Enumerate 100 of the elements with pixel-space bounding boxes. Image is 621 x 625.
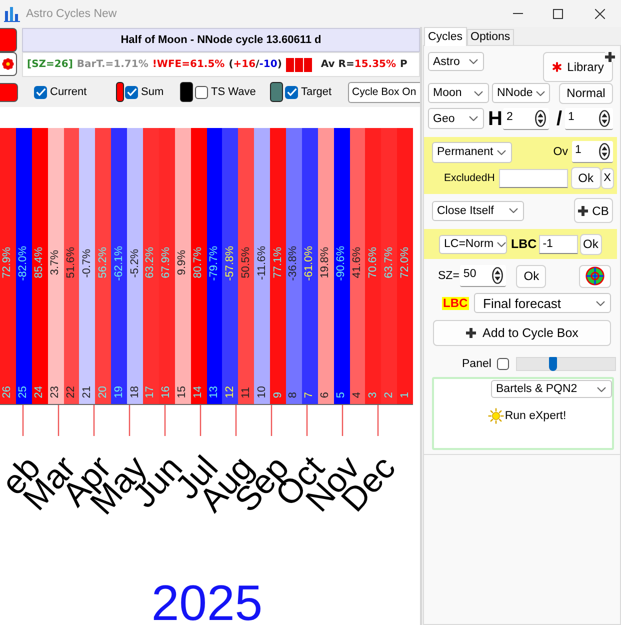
percent-label: -79.7%	[209, 246, 220, 280]
color-button[interactable]	[0, 82, 18, 102]
percent-label: 56.2%	[98, 247, 109, 279]
clear-button[interactable]: X	[600, 168, 614, 188]
target-button[interactable]	[579, 264, 611, 288]
plus-icon[interactable]	[605, 52, 615, 62]
color-button[interactable]	[0, 28, 17, 52]
excluded-label: ExcludedH	[444, 172, 495, 184]
percent-label: -5.2%	[130, 248, 141, 278]
divisor-spin-field[interactable]: 1	[565, 108, 613, 130]
ok-button[interactable]: Ok	[580, 234, 602, 254]
spin-arrows-icon	[535, 110, 546, 126]
lc-mode-dropdown[interactable]: LC=Norm	[439, 234, 507, 254]
mode-button[interactable]: Normal	[559, 82, 613, 104]
checkbox[interactable]	[195, 86, 208, 98]
excluded-input-field[interactable]	[498, 168, 568, 188]
chevron-down-icon	[497, 150, 506, 154]
node-dropdown[interactable]: NNode	[492, 83, 550, 103]
source-dropdown[interactable]: Astro	[428, 52, 484, 71]
percent-label: 3.7%	[50, 250, 62, 276]
checkbox[interactable]	[34, 86, 47, 98]
checkbox[interactable]	[497, 358, 510, 370]
percent-label: -62.1%	[114, 246, 125, 280]
bar-number: 12	[224, 386, 236, 398]
ok-button[interactable]: Ok	[570, 167, 601, 189]
harmonic-spin-field[interactable]: 2	[503, 108, 550, 130]
spin-arrows-icon	[599, 110, 610, 126]
axis-tick	[58, 405, 60, 436]
flower-button[interactable]	[0, 52, 17, 76]
percent-label: 50.5%	[240, 247, 252, 279]
tab[interactable]: Cycles	[424, 27, 467, 46]
cycle-box-button[interactable]: Cycle Box On	[348, 82, 420, 102]
chevron-down-icon	[597, 386, 606, 392]
checkmark-icon	[36, 88, 46, 96]
percent-label: 67.9%	[161, 247, 172, 279]
percent-label: 9.9%	[177, 250, 188, 276]
axis-tick	[22, 405, 24, 436]
ratio-sign: /	[556, 108, 562, 128]
exclusion-mode-dropdown[interactable]: Permanent	[432, 142, 512, 162]
method-dropdown[interactable]: Bartels & PQN2	[491, 380, 612, 398]
bar-number: 15	[177, 386, 188, 398]
axis-tick	[342, 405, 344, 436]
forecast-label: LBC	[442, 296, 469, 310]
ok-button[interactable]: Ok	[516, 264, 546, 288]
frame-dropdown[interactable]: Geo	[428, 108, 484, 129]
stat-label: P	[400, 59, 408, 70]
checkmark-icon	[126, 88, 136, 96]
harmonic-label: H	[488, 108, 502, 128]
bar-number: 2	[384, 392, 395, 398]
planet-dropdown[interactable]: Moon	[428, 83, 489, 103]
checkbox[interactable]	[125, 86, 138, 98]
percent-label: -36.8%	[288, 246, 300, 280]
checkbox-label: Sum	[141, 86, 164, 98]
close-icon	[594, 8, 604, 18]
stat-label: [SZ=26]	[27, 59, 73, 70]
bar-number: 24	[34, 386, 46, 398]
checkbox-label: Current	[50, 86, 87, 98]
percent-label: 41.6%	[352, 247, 364, 279]
close-mode-dropdown[interactable]: Close Itself	[432, 200, 524, 220]
bar-number: 3	[368, 392, 379, 398]
plus-icon	[466, 328, 476, 338]
checkbox[interactable]	[285, 86, 298, 98]
window-title: Astro Cycles New	[26, 8, 117, 20]
bar-number: 14	[193, 386, 204, 398]
app-icon	[4, 6, 20, 22]
stat-label: BarT.=1.71%	[76, 59, 148, 70]
percent-label: -82.0%	[18, 246, 30, 280]
ov-spin-field[interactable]: 1	[572, 141, 613, 163]
chart-title: Half of Moon - NNode cycle 13.60611 d	[22, 28, 420, 52]
axis-tick	[93, 405, 95, 436]
bar-number: 19	[114, 386, 125, 398]
chevron-down-icon	[509, 208, 518, 213]
forecast-dropdown[interactable]: Final forecast	[474, 293, 611, 313]
size-spin-field[interactable]: 50	[460, 265, 506, 287]
tab[interactable]: Options	[466, 29, 514, 45]
slider-track[interactable]	[516, 357, 616, 371]
cb-button[interactable]: CB	[574, 198, 613, 223]
spin-arrows-icon	[492, 267, 504, 284]
library-button[interactable]: Library	[543, 52, 613, 82]
bar-number: 13	[209, 386, 220, 398]
spin-arrows-icon	[599, 143, 610, 160]
checkmark-icon	[286, 88, 296, 96]
ov-label: Ov	[553, 146, 568, 158]
chevron-down-icon	[536, 90, 545, 96]
axis-tick	[164, 405, 166, 436]
axis-tick	[200, 405, 202, 436]
axis-tick	[235, 405, 237, 436]
bar-number: 26	[2, 386, 14, 398]
bar-number: 16	[161, 386, 172, 398]
panel-label: Panel	[462, 358, 492, 370]
flower-icon	[2, 58, 14, 70]
percent-label: 19.8%	[320, 247, 332, 279]
slider-thumb[interactable]	[548, 357, 557, 371]
sun-icon	[488, 408, 504, 424]
stat-label: Av R=15.35%	[320, 59, 396, 70]
bar-number: 18	[130, 386, 141, 398]
add-to-cycle-box-button[interactable]: Add to Cycle Box	[433, 320, 611, 346]
run-expert-button[interactable]: Run eXpert!	[488, 408, 566, 424]
bar-number: 25	[18, 386, 30, 398]
lbc-input-field[interactable]: -1	[538, 234, 578, 254]
